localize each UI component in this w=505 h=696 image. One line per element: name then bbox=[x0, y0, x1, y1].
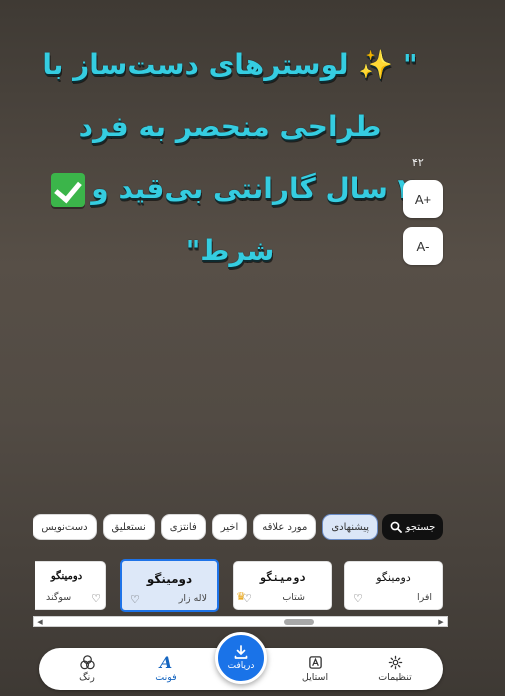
headline-text[interactable]: " ✨ لوسترهای دست‌ساز با طراحی منحصر به ف… bbox=[40, 34, 420, 282]
font-name: افرا bbox=[416, 592, 432, 603]
nav-color[interactable]: رنگ bbox=[57, 652, 117, 683]
style-icon bbox=[285, 652, 345, 672]
filter-chips-bar: پیشنهادی مورد علاقه اخیر فانتزی نستعلیق … bbox=[33, 510, 378, 544]
chip-nastaliq[interactable]: نستعلیق bbox=[102, 514, 155, 540]
scrollbar-thumb[interactable] bbox=[284, 619, 314, 625]
crown-icon: ♛ bbox=[236, 590, 246, 603]
scroll-left-arrow-icon[interactable]: ◀ bbox=[35, 617, 45, 627]
headline-line-3: ۲ سال گارانتی بی‌قید و bbox=[40, 158, 420, 220]
decrease-size-button[interactable]: A- bbox=[403, 227, 443, 265]
font-sample: دومینگو bbox=[259, 571, 306, 584]
font-sample: دومینگو bbox=[146, 572, 193, 586]
search-icon bbox=[390, 521, 402, 533]
increase-size-button[interactable]: A+ bbox=[403, 180, 443, 218]
heart-icon[interactable]: ♡ bbox=[130, 593, 140, 606]
gear-icon bbox=[365, 652, 425, 672]
font-name: لاله زار bbox=[178, 593, 207, 604]
nav-style-label: استایل bbox=[301, 672, 329, 683]
nav-style[interactable]: استایل bbox=[285, 652, 345, 683]
font-list: دومینگو افرا ♡ دومینگو شتاب ♡ دومینگو لا… bbox=[35, 559, 445, 613]
font-card-afra[interactable]: دومینگو افرا ♡ bbox=[344, 561, 443, 610]
headline-line-2: طراحی منحصر به فرد bbox=[78, 110, 382, 143]
font-name: سوگند bbox=[46, 592, 72, 603]
scroll-right-arrow-icon[interactable]: ▶ bbox=[436, 617, 446, 627]
download-button[interactable]: دریافت bbox=[215, 632, 267, 684]
nav-settings[interactable]: تنظیمات bbox=[365, 652, 425, 683]
font-sample: دومینگو bbox=[376, 571, 411, 584]
headline-line-1: " ✨ لوسترهای دست‌ساز با bbox=[42, 48, 418, 81]
search-label: جستجو bbox=[405, 521, 436, 533]
heart-icon[interactable]: ♡ bbox=[91, 592, 101, 605]
chip-favorites[interactable]: مورد علاقه bbox=[253, 514, 317, 540]
heart-icon[interactable]: ♡ bbox=[353, 592, 363, 605]
nav-color-label: رنگ bbox=[79, 672, 95, 683]
font-size-value: ۴۲ bbox=[412, 156, 424, 169]
horizontal-scrollbar[interactable]: ◀ ▶ bbox=[33, 616, 448, 627]
font-card-lalezar[interactable]: دومینگو لاله زار ♡ bbox=[120, 559, 219, 612]
chip-fantasy[interactable]: فانتزی bbox=[160, 514, 206, 540]
font-sample: دومینگو bbox=[50, 571, 83, 582]
font-card-shetab[interactable]: دومینگو شتاب ♡ bbox=[233, 561, 332, 610]
chip-handwriting[interactable]: دست‌نویس bbox=[33, 514, 97, 540]
font-name: شتاب bbox=[282, 592, 305, 603]
check-box-icon bbox=[51, 173, 86, 207]
download-label: دریافت bbox=[227, 661, 255, 671]
nav-font[interactable]: A فونت bbox=[136, 652, 196, 684]
palette-icon bbox=[57, 652, 117, 672]
nav-font-label: فونت bbox=[155, 672, 177, 683]
search-button[interactable]: جستجو bbox=[382, 514, 443, 540]
chip-suggested[interactable]: پیشنهادی bbox=[322, 514, 378, 540]
headline-line-4: شرط" bbox=[185, 234, 275, 267]
font-icon: A bbox=[159, 652, 173, 672]
chip-recent[interactable]: اخیر bbox=[211, 514, 248, 540]
nav-settings-label: تنظیمات bbox=[378, 672, 412, 683]
font-card-sogand[interactable]: دومینگو سوگند ♡ bbox=[35, 561, 106, 610]
download-icon bbox=[218, 643, 264, 661]
